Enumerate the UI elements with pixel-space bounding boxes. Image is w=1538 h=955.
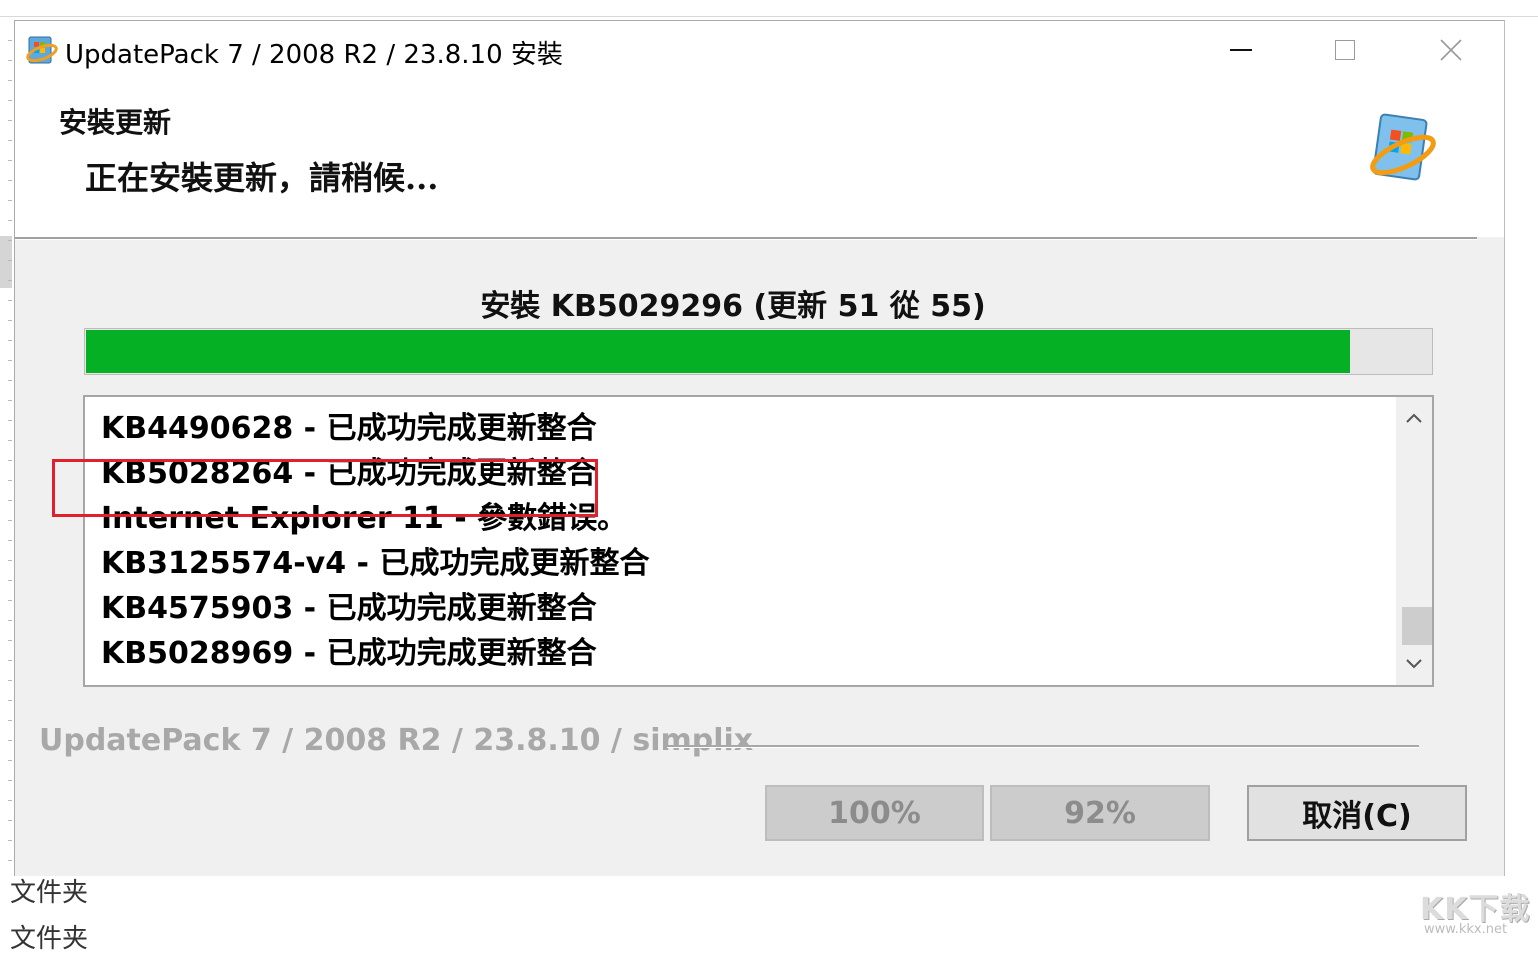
background-ruler	[8, 40, 12, 870]
log-scrollbar[interactable]	[1396, 397, 1432, 685]
header-separator	[15, 237, 1477, 240]
maximize-icon	[1335, 40, 1355, 60]
log-line: Internet Explorer 11 - 參數錯误。	[101, 501, 628, 536]
watermark: KK下载 www.kkx.net	[1420, 884, 1538, 941]
close-icon	[1440, 39, 1462, 61]
progress-fill	[86, 330, 1351, 373]
title-bar[interactable]: UpdatePack 7 / 2008 R2 / 23.8.10 安裝	[15, 21, 1504, 79]
minimize-button[interactable]	[1189, 21, 1293, 79]
maximize-button[interactable]	[1293, 21, 1397, 79]
scrollbar-thumb[interactable]	[1402, 607, 1432, 645]
log-line: KB4490628 - 已成功完成更新整合	[101, 411, 597, 446]
log-line: KB5028969 - 已成功完成更新整合	[101, 636, 597, 671]
background-folder-label[interactable]: 文件夹	[10, 918, 88, 955]
install-log[interactable]: KB4490628 - 已成功完成更新整合 KB5028264 - 已成功完成更…	[83, 395, 1434, 687]
header-title: 安裝更新	[59, 106, 172, 139]
wizard-header: 安裝更新 正在安裝更新，請稍候...	[15, 79, 1504, 237]
brand-separator	[667, 745, 1419, 748]
app-icon	[26, 36, 58, 64]
cancel-button[interactable]: 取消(C)	[1247, 785, 1467, 841]
progress-bar	[84, 328, 1433, 375]
log-line: KB3125574-v4 - 已成功完成更新整合	[101, 546, 650, 581]
window-title: UpdatePack 7 / 2008 R2 / 23.8.10 安裝	[65, 40, 563, 70]
chevron-down-icon	[1406, 659, 1422, 669]
installer-window: UpdatePack 7 / 2008 R2 / 23.8.10 安裝 安裝更新…	[14, 20, 1505, 876]
windows-update-icon	[1370, 113, 1436, 181]
scroll-down-button[interactable]	[1396, 645, 1432, 681]
background-divider	[0, 16, 1538, 17]
watermark-url: www.kkx.net	[1424, 922, 1508, 937]
minimize-icon	[1230, 49, 1252, 51]
chevron-up-icon	[1406, 413, 1422, 423]
log-line: KB5028264 - 已成功完成更新整合	[101, 456, 597, 491]
brand-label: UpdatePack 7 / 2008 R2 / 23.8.10 / simpl…	[39, 723, 754, 758]
scroll-up-button[interactable]	[1396, 401, 1432, 437]
install-status: 安裝 KB5029296 (更新 51 從 55)	[480, 289, 986, 324]
background-folder-label[interactable]: 文件夹	[10, 872, 88, 909]
current-progress-button: 92%	[990, 785, 1210, 841]
header-subtitle: 正在安裝更新，請稍候...	[85, 159, 439, 197]
close-button[interactable]	[1399, 21, 1503, 79]
total-progress-button: 100%	[765, 785, 984, 841]
log-line: KB4575903 - 已成功完成更新整合	[101, 591, 597, 626]
